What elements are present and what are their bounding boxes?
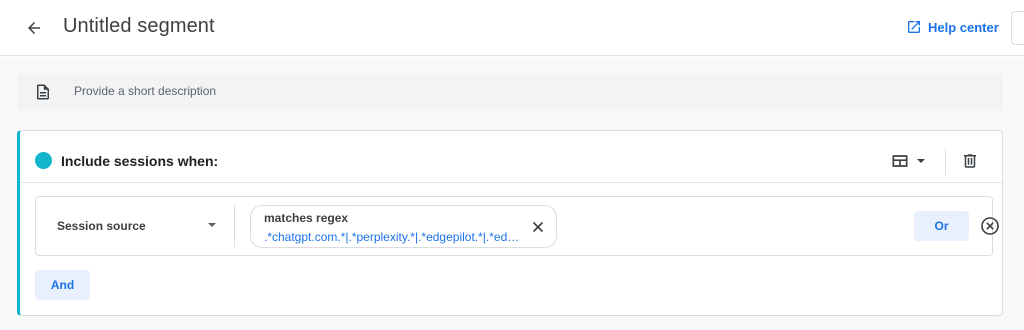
- delete-group-button[interactable]: [960, 151, 980, 171]
- back-button[interactable]: [20, 14, 48, 42]
- description-field[interactable]: Provide a short description: [17, 73, 1003, 111]
- open-in-new-icon: [908, 21, 920, 33]
- view-scope-icon: [892, 155, 908, 167]
- condition-row: Session source matches regex .*chatgpt.c…: [35, 196, 999, 256]
- page-title: Untitled segment: [63, 15, 215, 37]
- condition-value: .*chatgpt.com.*|.*perplexity.*|.*edgepil…: [264, 230, 524, 244]
- header-action-button[interactable]: [1011, 11, 1024, 45]
- header-divider: [945, 149, 946, 175]
- help-center-link[interactable]: Help center: [906, 19, 999, 35]
- condition-chip[interactable]: matches regex .*chatgpt.com.*|.*perplexi…: [250, 205, 557, 248]
- document-icon: [37, 84, 49, 100]
- caret-down-icon: [917, 159, 925, 163]
- dimension-dropdown[interactable]: Session source: [36, 197, 234, 255]
- and-button[interactable]: And: [35, 270, 90, 300]
- chevron-down-icon: [208, 223, 216, 227]
- cancel-circle-icon[interactable]: [980, 216, 1000, 236]
- condition-operator: matches regex: [264, 211, 349, 225]
- description-placeholder: Provide a short description: [74, 84, 217, 98]
- dimension-label: Session source: [57, 219, 146, 233]
- close-icon: [532, 221, 544, 233]
- status-dot: [35, 152, 52, 169]
- condition-group-card: Include sessions when: Session source ma…: [17, 130, 1003, 316]
- top-bar: Untitled segment Help center: [0, 0, 1024, 56]
- trash-icon: [964, 154, 976, 168]
- condition-group-header: Include sessions when:: [20, 131, 1002, 183]
- help-center-label: Help center: [928, 19, 999, 35]
- or-button[interactable]: Or: [914, 211, 969, 241]
- chip-clear-button[interactable]: [530, 219, 546, 235]
- scope-menu-button[interactable]: [890, 149, 932, 173]
- arrow-back-icon: [28, 22, 40, 34]
- row-divider: [234, 205, 235, 247]
- condition-group-title: Include sessions when:: [61, 153, 219, 169]
